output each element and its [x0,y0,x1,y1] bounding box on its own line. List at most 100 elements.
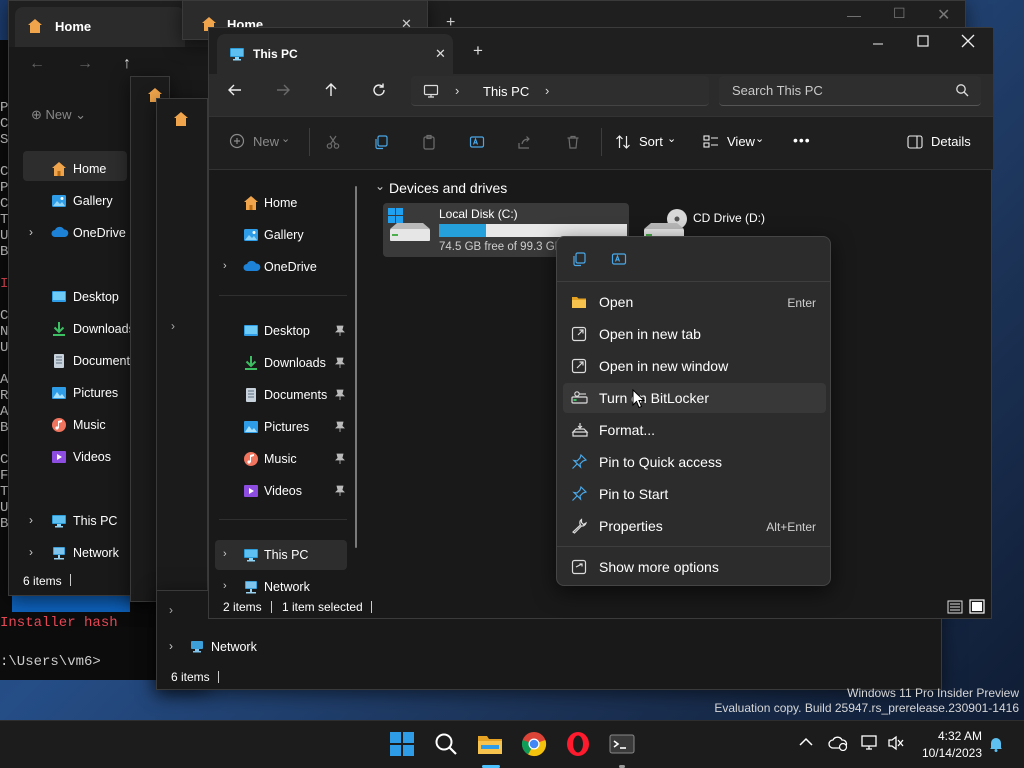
tiles-view-icon[interactable] [969,599,985,614]
search-input[interactable]: Search This PC [719,76,981,106]
forward-button[interactable] [269,76,297,104]
file-explorer-icon[interactable] [477,731,505,759]
sidebar-item-this-pc[interactable]: › This PC [215,540,347,570]
menu-item-open[interactable]: Open Enter [563,287,826,317]
menu-item-show-more-options[interactable]: Show more options [563,552,826,582]
sidebar-item-desktop[interactable]: Desktop [215,316,347,346]
close-tab-icon[interactable]: ✕ [435,46,446,62]
nav-scrollbar[interactable] [355,186,357,548]
start-button[interactable] [389,731,417,759]
sidebar-item-videos[interactable]: Videos [25,446,137,468]
menu-item-format[interactable]: Format... [563,415,826,445]
cut-button[interactable] [319,128,347,156]
sidebar-item-this-pc[interactable]: › [169,603,173,617]
sidebar-item-documents[interactable]: Documents [25,350,137,372]
chevron-right-icon[interactable]: › [223,580,227,592]
details-button[interactable]: Details [907,133,981,153]
pinned-icon[interactable] [335,357,345,369]
more-options-button[interactable]: ••• [793,132,811,148]
pinned-icon[interactable] [335,453,345,465]
details-view-icon[interactable] [947,600,963,614]
new-button[interactable]: ⊕ New ⌄ [31,107,86,123]
terminal-icon[interactable] [609,731,637,759]
new-button[interactable]: New ⌄ [229,133,297,153]
sidebar-item-network[interactable]: › Network [25,542,137,564]
sidebar-item-this-pc[interactable]: › This PC [25,510,137,532]
sidebar-item-videos[interactable]: Videos [215,476,347,506]
minimize-button[interactable] [871,34,887,54]
maximize-button[interactable]: ☐ [893,5,906,22]
view-button[interactable]: View ⌄ [703,133,767,153]
sidebar-item-pictures[interactable]: Pictures [215,412,347,442]
clock-time[interactable]: 4:32 AM [936,729,982,743]
pinned-icon[interactable] [335,325,345,337]
up-button[interactable] [317,76,345,104]
chevron-up-icon[interactable] [799,737,813,747]
close-button[interactable] [961,34,975,48]
chevron-right-icon[interactable]: › [223,260,227,272]
chevron-right-icon[interactable]: › [29,513,33,527]
network-status-icon[interactable] [861,735,879,751]
address-bar[interactable]: › This PC › [411,76,709,106]
videos-folder-icon [51,449,67,465]
sidebar-item-pictures[interactable]: Pictures [25,382,137,404]
sidebar-item-gallery[interactable]: Gallery [25,190,137,212]
maximize-button[interactable] [917,35,929,47]
sidebar-item-music[interactable]: Music [215,444,347,474]
sidebar-item-downloads[interactable]: Downloads [215,348,347,378]
volume-muted-icon[interactable] [887,735,905,751]
sidebar-item-downloads[interactable]: Downloads [25,318,137,340]
opera-icon[interactable] [565,731,593,759]
address-location[interactable]: This PC [483,84,529,99]
context-menu[interactable]: Open Enter Open in new tab Open in new wind… [556,236,831,586]
sidebar-item-desktop[interactable]: Desktop [25,286,137,308]
copy-button[interactable] [565,245,593,273]
sidebar-item-network[interactable]: › Network [169,635,369,659]
notification-bell-icon[interactable] [989,736,1003,752]
tab-home[interactable]: Home [15,7,185,47]
sidebar-item-onedrive[interactable]: › OneDrive [25,222,137,244]
pinned-icon[interactable] [335,485,345,497]
sidebar-item-home[interactable]: Home [25,158,137,180]
sidebar-item-onedrive[interactable]: › OneDrive [215,252,347,282]
rename-button[interactable] [605,245,633,273]
search-icon[interactable] [433,731,461,759]
refresh-button[interactable] [365,76,393,104]
sort-button[interactable]: Sort ⌄ [615,133,679,153]
menu-item-pin-to-start[interactable]: Pin to Start [563,479,826,509]
menu-item-properties[interactable]: Properties Alt+Enter [563,511,826,541]
chevron-right-icon[interactable]: › [455,83,459,98]
rename-button[interactable] [463,128,491,156]
sidebar-item-home[interactable]: Home [215,188,347,218]
chevron-right-icon[interactable]: › [29,225,33,239]
close-button[interactable]: ✕ [937,5,950,25]
sidebar-item-music[interactable]: Music [25,414,137,436]
pinned-icon[interactable] [335,421,345,433]
chrome-icon[interactable] [521,731,549,759]
pinned-icon[interactable] [335,389,345,401]
copy-button[interactable] [367,128,395,156]
clock-date[interactable]: 10/14/2023 [910,746,982,760]
chevron-right-icon[interactable]: › [223,548,227,560]
minimize-button[interactable]: — [847,7,861,23]
sidebar-item-gallery[interactable]: Gallery [215,220,347,250]
share-button[interactable] [511,128,539,156]
menu-item-open-in-new-window[interactable]: Open in new window [563,351,826,381]
chevron-right-icon[interactable]: › [545,83,549,98]
menu-item-open-in-new-tab[interactable]: Open in new tab [563,319,826,349]
onedrive-cloud-icon[interactable] [828,735,848,751]
paste-button[interactable] [415,128,443,156]
up-button[interactable]: ↑ [123,55,131,73]
back-button[interactable] [221,76,249,104]
back-button[interactable]: ← [29,55,45,73]
nav-chevron[interactable]: › [171,319,175,333]
menu-item-turn-on-bitlocker[interactable]: Turn on BitLocker [563,383,826,413]
forward-button[interactable]: → [77,55,93,73]
sidebar-item-label: OneDrive [264,260,317,274]
sidebar-item-documents[interactable]: Documents [215,380,347,410]
delete-button[interactable] [559,128,587,156]
chevron-right-icon[interactable]: › [29,545,33,559]
tab-this-pc[interactable]: This PC ✕ [217,34,453,74]
new-tab-button[interactable]: + [473,41,483,61]
menu-item-pin-to-quick-access[interactable]: Pin to Quick access [563,447,826,477]
